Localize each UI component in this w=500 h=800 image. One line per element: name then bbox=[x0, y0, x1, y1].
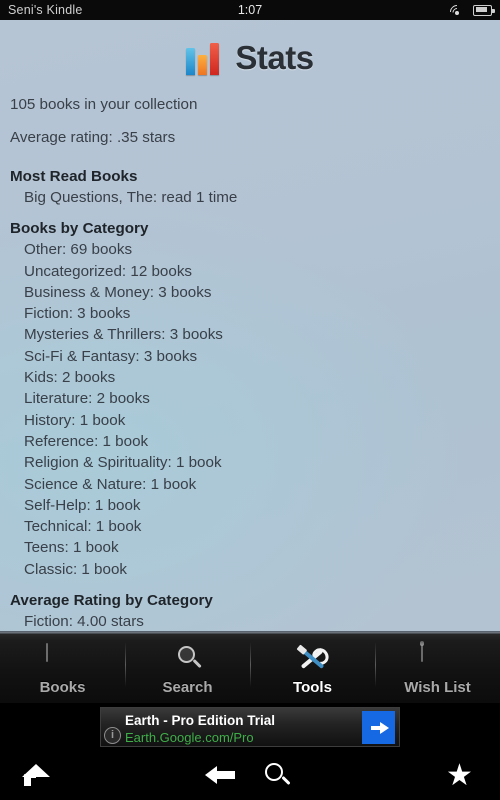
tab-books[interactable]: Books bbox=[0, 632, 125, 703]
list-item: Fiction: 3 books bbox=[24, 305, 131, 323]
star-icon[interactable]: ★ bbox=[446, 761, 474, 791]
list-item: Uncategorized: 12 books bbox=[24, 262, 193, 280]
app-content-area: Stats 105 books in your collection Avera… bbox=[0, 20, 500, 631]
section-heading-most-read: Most Read Books bbox=[10, 168, 138, 185]
status-bar: Seni's Kindle 1:07 bbox=[0, 0, 500, 22]
battery-charging-icon bbox=[473, 4, 495, 16]
list-item: Teens: 1 book bbox=[24, 539, 119, 557]
search-icon[interactable] bbox=[265, 763, 293, 791]
list-item: Other: 69 books bbox=[24, 241, 133, 259]
list-item: Religion & Spirituality: 1 book bbox=[24, 454, 222, 472]
list-item: Fiction: 4.00 stars bbox=[24, 613, 144, 631]
list-item: Mysteries & Thrillers: 3 books bbox=[24, 326, 223, 344]
collection-count-label: 105 books in your collection bbox=[10, 96, 198, 113]
status-icons bbox=[446, 2, 495, 22]
list-item: Classic: 1 book bbox=[24, 560, 127, 578]
average-rating-label: Average rating: .35 stars bbox=[10, 129, 176, 146]
books-stack-icon bbox=[45, 642, 80, 676]
info-icon[interactable]: i bbox=[104, 727, 121, 744]
tab-label: Tools bbox=[293, 678, 332, 696]
page-title: Stats bbox=[235, 39, 314, 76]
list-item: History: 1 book bbox=[24, 411, 126, 429]
section-heading-average-rating-by-category: Average Rating by Category bbox=[10, 592, 213, 610]
list-item: Business & Money: 3 books bbox=[24, 283, 212, 301]
ad-zone: Earth - Pro Edition Trial Earth.Google.c… bbox=[0, 703, 500, 750]
stats-list: 105 books in your collection Average rat… bbox=[0, 94, 500, 631]
list-item: Big Questions, The: read 1 time bbox=[24, 189, 238, 206]
tab-search[interactable]: Search bbox=[125, 632, 250, 703]
ad-cta-button[interactable] bbox=[362, 711, 395, 744]
home-icon[interactable] bbox=[22, 762, 50, 788]
ad-title: Earth - Pro Edition Trial bbox=[125, 713, 276, 728]
tab-label: Search bbox=[162, 678, 213, 696]
app-header: Stats bbox=[0, 32, 500, 84]
app-tab-bar: Books Search Tools Wish List bbox=[0, 631, 500, 703]
section-heading-books-by-category: Books by Category bbox=[10, 220, 149, 238]
tab-wish-list[interactable]: Wish List bbox=[375, 632, 500, 703]
list-item: Reference: 1 book bbox=[24, 432, 149, 450]
tab-label: Books bbox=[39, 678, 86, 696]
clock-label: 1:07 bbox=[237, 3, 263, 17]
ad-url: Earth.Google.com/Pro bbox=[125, 730, 254, 745]
magnifier-icon bbox=[171, 644, 205, 676]
list-item: Sci-Fi & Fantasy: 3 books bbox=[24, 347, 198, 365]
list-item: Science & Nature: 1 book bbox=[24, 475, 197, 493]
tab-label: Wish List bbox=[404, 678, 471, 696]
device-screen: Seni's Kindle 1:07 Stats 105 books in yo… bbox=[0, 0, 500, 800]
list-item: Literature: 2 books bbox=[24, 390, 150, 408]
tab-tools[interactable]: Tools bbox=[250, 632, 375, 703]
back-arrow-icon[interactable] bbox=[205, 766, 235, 784]
scroll-paper-icon bbox=[420, 642, 455, 676]
list-item: Technical: 1 book bbox=[24, 518, 142, 536]
list-item: Self-Help: 1 book bbox=[24, 496, 141, 514]
tools-icon bbox=[296, 644, 330, 676]
ad-banner[interactable]: Earth - Pro Edition Trial Earth.Google.c… bbox=[100, 707, 400, 747]
arrow-right-icon bbox=[371, 721, 389, 734]
list-item: Kids: 2 books bbox=[24, 369, 116, 387]
wifi-icon bbox=[446, 2, 467, 22]
bar-chart-logo-icon bbox=[186, 41, 222, 75]
system-nav-bar: ★ bbox=[0, 750, 500, 800]
